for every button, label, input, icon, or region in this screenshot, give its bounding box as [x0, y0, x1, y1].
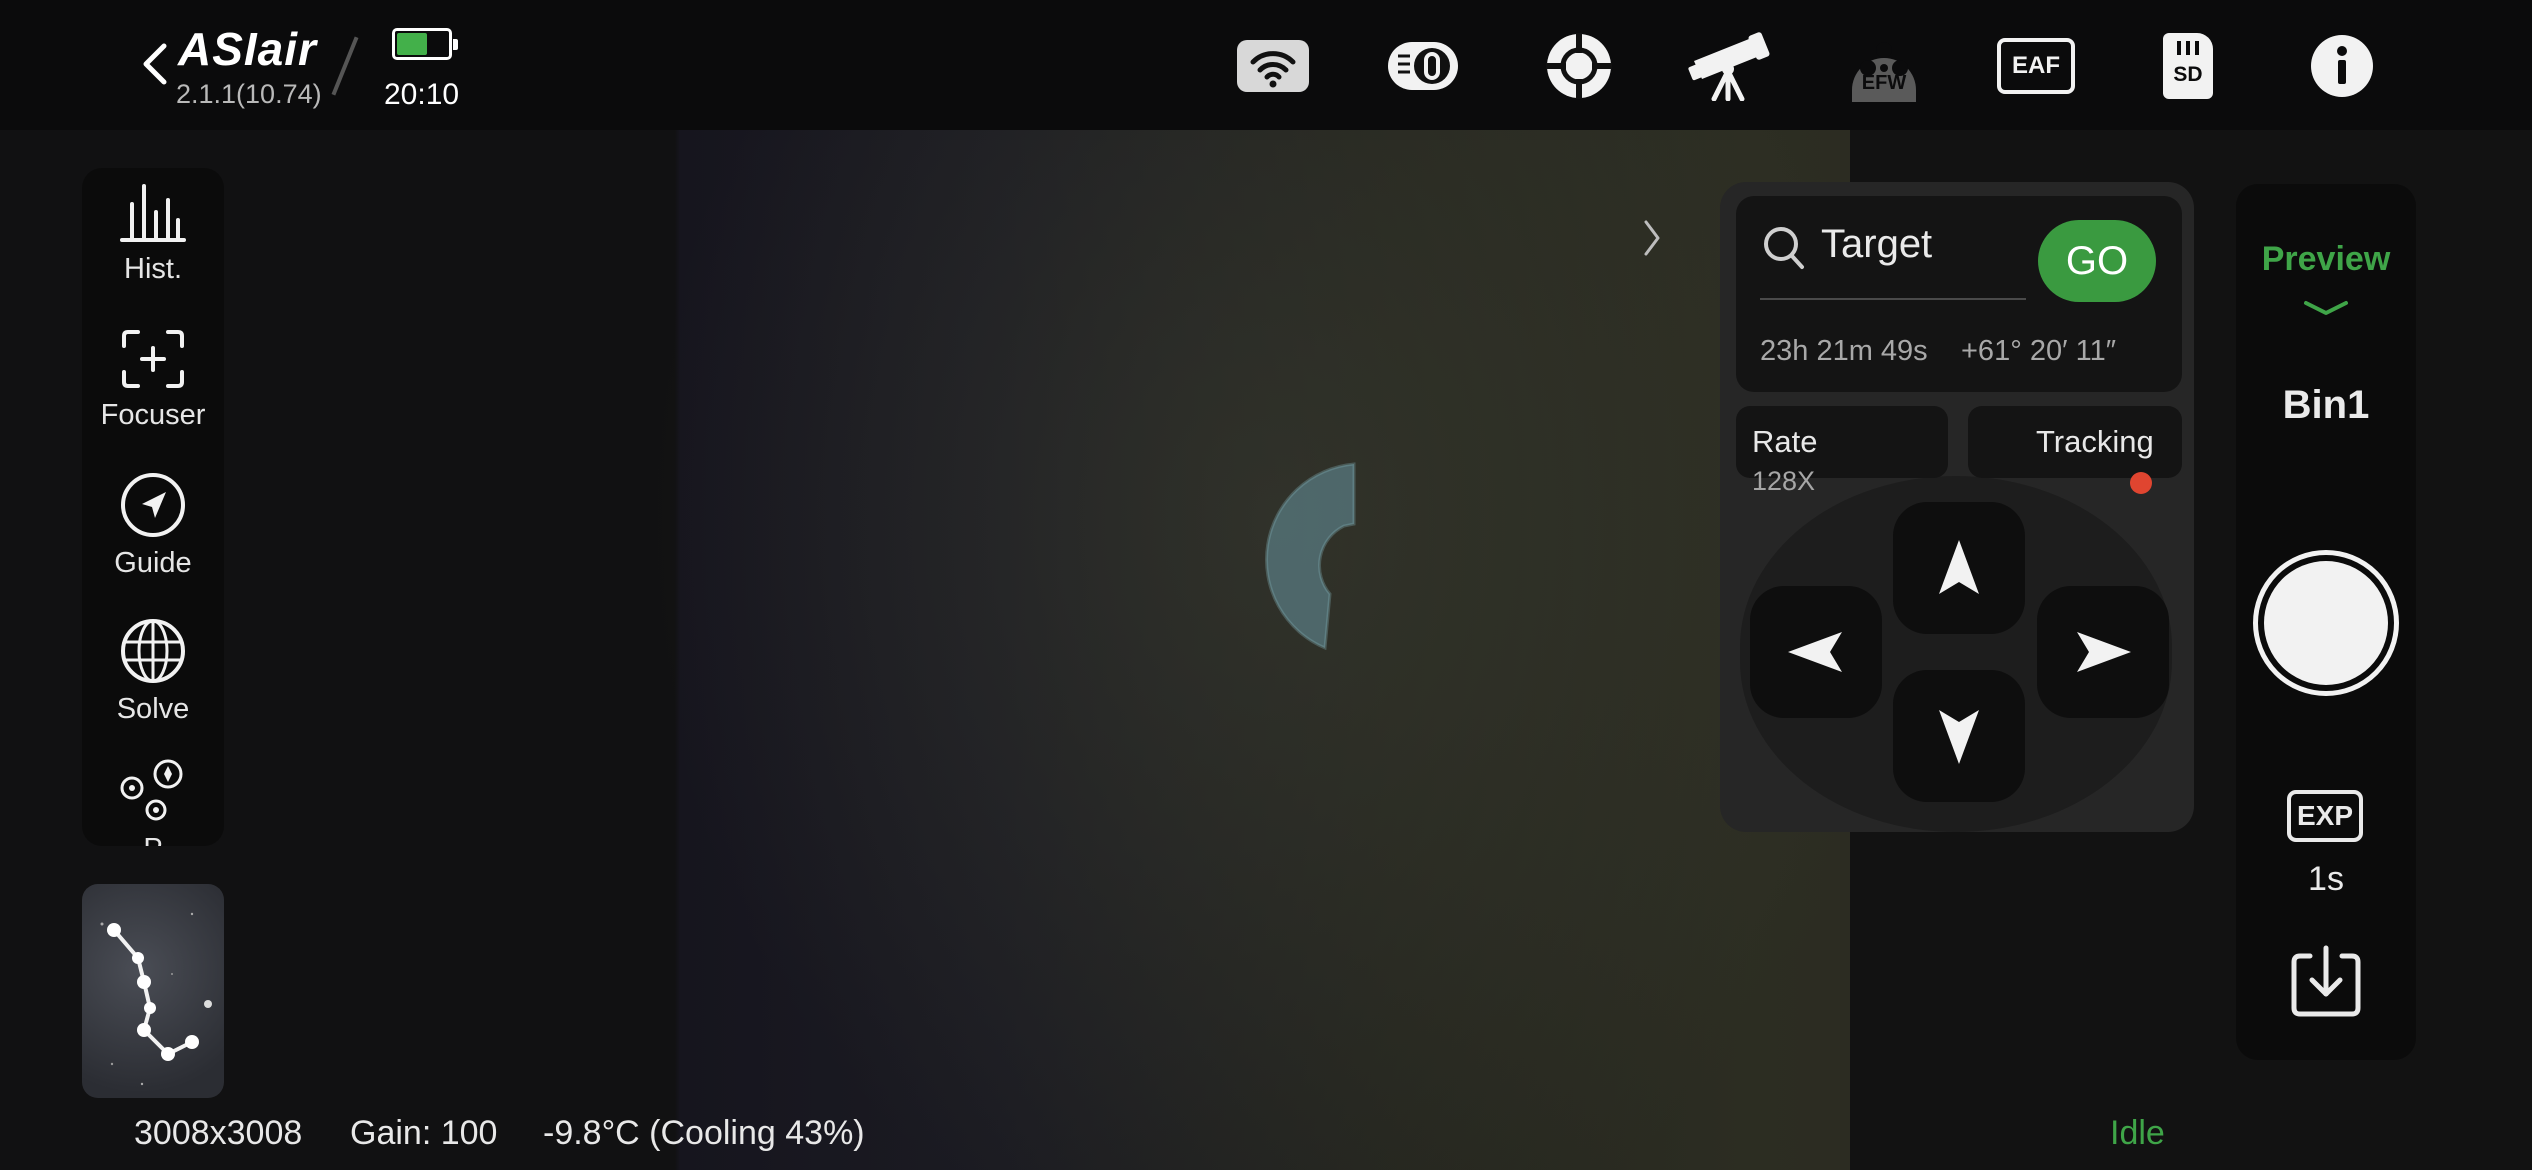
capture-mode-selector[interactable]: Preview: [2236, 240, 2416, 279]
info-button[interactable]: [2310, 26, 2374, 106]
eaf-button[interactable]: EAF: [1996, 26, 2076, 106]
sd-card-button[interactable]: SD: [2162, 26, 2214, 106]
tool-polar-align[interactable]: P: [82, 758, 224, 846]
tool-label: Solve: [116, 693, 190, 725]
sd-card-icon: SD: [2163, 33, 2213, 99]
app-brand-logo: ASIair: [178, 23, 317, 75]
star-map-thumbnail[interactable]: [82, 884, 224, 1098]
tool-panel: Hist. Focuser Guide Solve: [82, 168, 224, 846]
chevron-right-icon[interactable]: [1640, 218, 1664, 258]
exposure-value[interactable]: 1s: [2236, 860, 2416, 899]
chevron-down-icon[interactable]: [2302, 300, 2350, 316]
filter-wheel-icon: [1388, 42, 1458, 90]
rate-value: 128X: [1752, 466, 1816, 496]
tool-solve[interactable]: Solve: [82, 618, 224, 726]
focuser-icon: [122, 330, 184, 388]
status-gain: Gain: 100: [350, 1114, 498, 1152]
sd-card-label: SD: [2173, 63, 2203, 86]
tracking-label: Tracking: [2036, 424, 2154, 459]
search-underline: [1760, 298, 2026, 300]
binning-selector[interactable]: Bin1: [2236, 383, 2416, 428]
shutter-button[interactable]: [2253, 550, 2399, 696]
tool-label: P: [82, 833, 224, 846]
eaf-icon: EAF: [1997, 38, 2075, 94]
shutter-inner: [2264, 561, 2388, 685]
status-resolution: 3008x3008: [134, 1114, 303, 1152]
image-preview-area[interactable]: [0, 0, 1850, 1170]
preview-overlay-arc: [1264, 462, 1356, 651]
filter-wheel-button[interactable]: [1386, 26, 1460, 106]
clock-time: 20:10: [384, 78, 460, 111]
guide-target-icon: [1546, 33, 1612, 99]
target-search-input[interactable]: Target: [1821, 222, 1932, 267]
polar-align-icon: [120, 759, 183, 821]
tool-histogram[interactable]: Hist.: [82, 182, 224, 286]
battery-icon: [392, 28, 458, 60]
globe-icon: [121, 619, 185, 683]
back-chevron-icon[interactable]: [138, 40, 172, 88]
rate-label: Rate: [1752, 424, 1818, 459]
slew-west-button[interactable]: [1750, 586, 1882, 718]
arrow-left-icon: [1788, 632, 1842, 672]
slew-south-button[interactable]: [1893, 670, 2025, 802]
exposure-icon[interactable]: EXP: [2287, 790, 2363, 842]
efw-button[interactable]: EFW: [1846, 26, 1922, 106]
tool-guide[interactable]: Guide: [82, 472, 224, 580]
target-declination: +61° 20′ 11″: [1961, 335, 2116, 367]
status-temperature: -9.8°C (Cooling 43%): [543, 1114, 865, 1152]
status-state: Idle: [2110, 1114, 2165, 1152]
telescope-icon: [1688, 32, 1770, 101]
constellation-icon: [100, 912, 212, 1086]
goto-button[interactable]: GO: [2038, 220, 2156, 302]
telescope-button[interactable]: [1688, 26, 1770, 106]
eaf-label: EAF: [2012, 52, 2060, 79]
wifi-button[interactable]: [1236, 26, 1310, 106]
arrow-right-icon: [2077, 632, 2131, 672]
search-icon: [1764, 227, 1804, 269]
tool-focuser[interactable]: Focuser: [82, 328, 224, 432]
tool-label: Focuser: [100, 399, 206, 431]
target-right-ascension: 23h 21m 49s: [1760, 335, 1928, 367]
tool-label: Hist.: [124, 253, 182, 285]
download-icon[interactable]: [2288, 944, 2364, 1020]
slew-east-button[interactable]: [2037, 586, 2169, 718]
tracking-status-dot: [2130, 472, 2152, 494]
slew-north-button[interactable]: [1893, 502, 2025, 634]
guide-compass-icon: [121, 473, 185, 537]
efw-label: EFW: [1861, 72, 1907, 94]
info-icon: [2311, 35, 2373, 97]
arrow-up-icon: [1939, 540, 1979, 594]
tool-label: Guide: [114, 547, 192, 579]
arrow-down-icon: [1939, 710, 1979, 764]
guide-target-button[interactable]: [1544, 26, 1614, 106]
wifi-icon: [1237, 40, 1309, 92]
app-version: 2.1.1(10.74): [176, 79, 322, 109]
histogram-icon: [120, 184, 186, 242]
